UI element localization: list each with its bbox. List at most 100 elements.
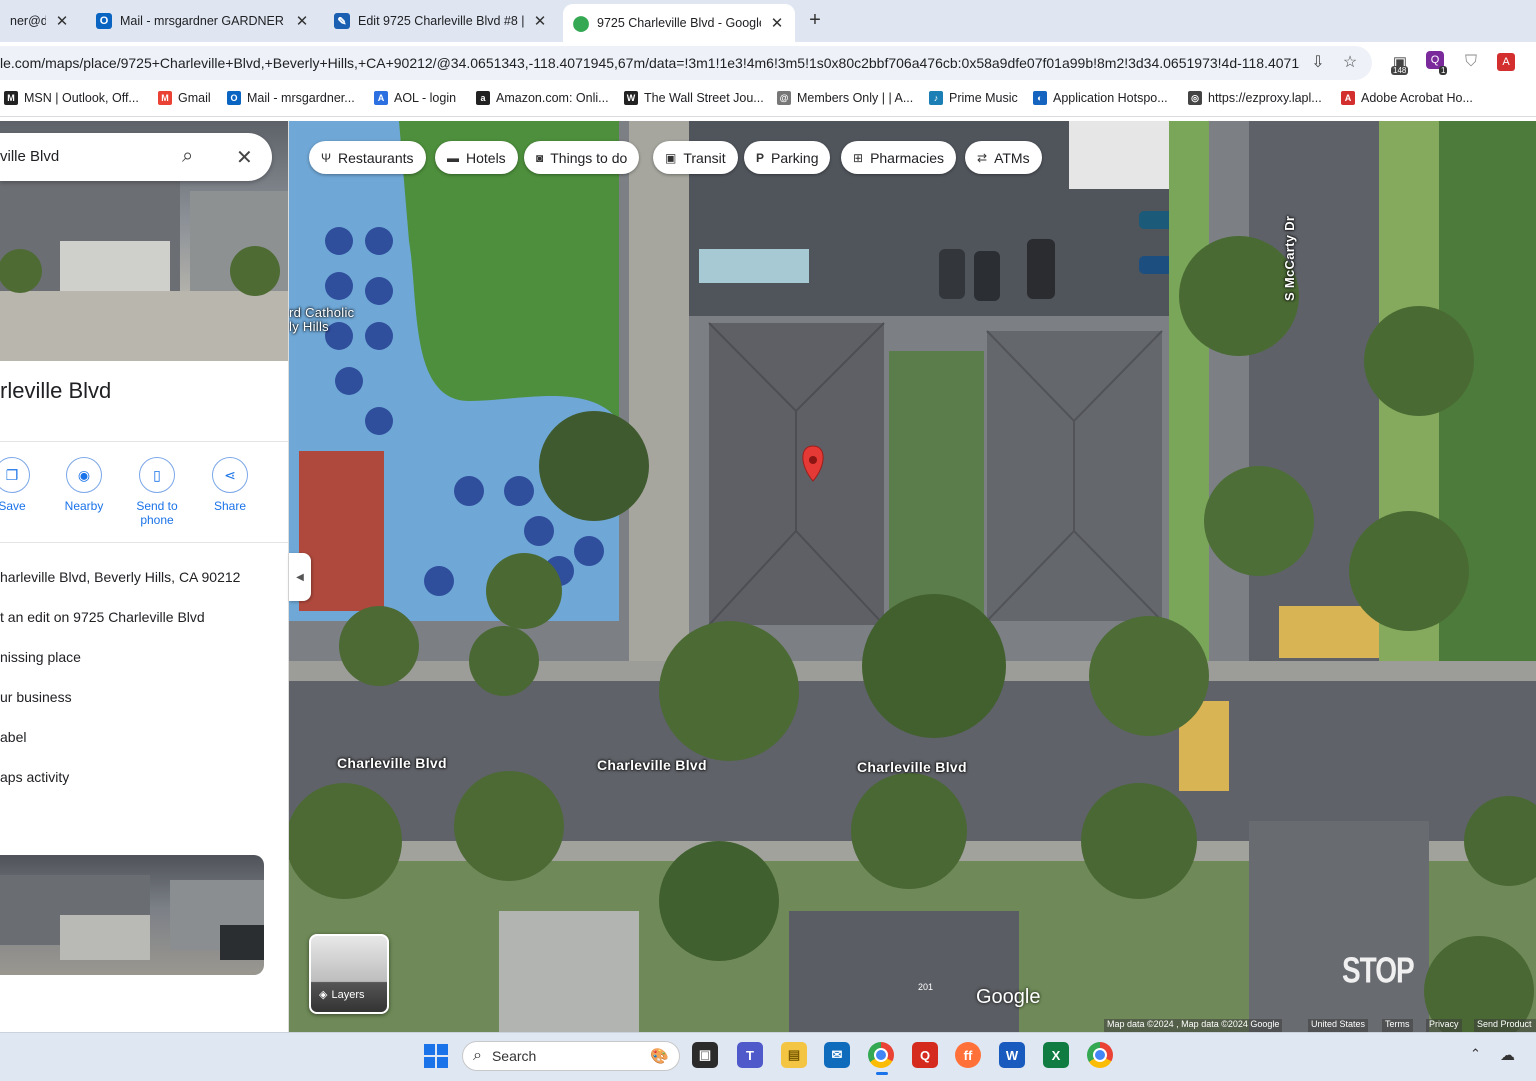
close-icon[interactable]: ✕	[769, 14, 785, 32]
save-button[interactable]: ❐ Save	[0, 457, 42, 513]
side-street-label: S McCarty Dr	[1282, 215, 1297, 301]
chrome-icon[interactable]	[868, 1042, 894, 1068]
bookmark-favicon-icon: A	[1341, 91, 1355, 105]
bookmark-item[interactable]: @ Members Only | | A...	[777, 91, 913, 105]
send-to-phone-button[interactable]: ▯ Send to phone	[127, 457, 187, 527]
bookmark-favicon-icon: a	[476, 91, 490, 105]
bookmark-item[interactable]: a Amazon.com: Onli...	[476, 91, 609, 105]
active-app-indicator	[876, 1072, 888, 1075]
quickbooks-icon[interactable]: Q	[912, 1042, 938, 1068]
firefox-icon[interactable]: ff	[955, 1042, 981, 1068]
close-icon[interactable]: ✕	[236, 145, 253, 170]
search-icon[interactable]: ⌕	[182, 145, 193, 168]
search-input[interactable]: ville Blvd	[0, 148, 59, 165]
search-highlight-icon: 🎨	[650, 1048, 669, 1065]
windows-start-icon[interactable]	[424, 1044, 448, 1068]
tab-item[interactable]: O Mail - mrsgardner GARDNER - ✕	[86, 0, 320, 42]
edit-icon: ✎	[334, 13, 350, 29]
task-view-icon[interactable]: ▣	[692, 1042, 718, 1068]
close-icon[interactable]: ✕	[54, 12, 70, 30]
share-icon: ⋖	[212, 457, 248, 493]
tab-item-active[interactable]: ⬤ 9725 Charleville Blvd - Google ✕	[563, 4, 795, 42]
url-text[interactable]: le.com/maps/place/9725+Charleville+Blvd,…	[0, 55, 1300, 71]
taskbar	[0, 1032, 1536, 1081]
suggest-edit-row[interactable]: t an edit on 9725 Charleville Blvd	[0, 609, 205, 625]
chip-things-to-do[interactable]: ◙ Things to do	[524, 141, 640, 174]
divider	[0, 441, 288, 442]
stop-marking: STOP	[1342, 950, 1415, 991]
bed-icon: ▬	[447, 150, 459, 165]
install-app-icon[interactable]: ⇩	[1307, 51, 1329, 73]
chip-parking[interactable]: P Parking	[744, 141, 831, 174]
bookmark-favicon-icon: A	[374, 91, 388, 105]
bookmark-item[interactable]: ◎ https://ezproxy.lapl...	[1188, 91, 1322, 105]
chevron-up-icon[interactable]: ⌃	[1470, 1046, 1481, 1062]
address-row[interactable]: harleville Blvd, Beverly Hills, CA 90212	[0, 569, 240, 585]
atm-icon: ⇄	[977, 150, 988, 165]
chrome-profile-icon[interactable]	[1087, 1042, 1113, 1068]
search-icon: ⌕	[473, 1047, 482, 1064]
bookmark-label: Application Hotspo...	[1053, 91, 1168, 105]
bookmark-item[interactable]: W The Wall Street Jou...	[624, 91, 764, 105]
chip-pharmacies[interactable]: ⊞ Pharmacies	[841, 141, 956, 174]
bookmark-favicon-icon: W	[624, 91, 638, 105]
collapse-panel-button[interactable]: ◀	[289, 553, 311, 601]
camera-icon: ◙	[536, 150, 544, 165]
onedrive-icon[interactable]: ☁	[1500, 1046, 1515, 1064]
chip-transit[interactable]: ▣ Transit	[653, 141, 738, 174]
bookmark-favicon-icon: ♪	[929, 91, 943, 105]
photo-thumbnail[interactable]	[0, 855, 264, 975]
bookmark-label: Amazon.com: Onli...	[496, 91, 609, 105]
chip-restaurants[interactable]: Ψ Restaurants	[309, 141, 426, 174]
chevron-left-icon: ◀	[296, 571, 304, 583]
satellite-map[interactable]: Charleville Blvd Charleville Blvd Charle…	[289, 121, 1536, 1032]
house-number: 201	[918, 982, 934, 992]
place-title: rleville Blvd	[0, 378, 112, 403]
map-attribution: Map data ©2024 , Map data ©2024 Google	[1104, 1019, 1283, 1032]
teams-icon[interactable]: T	[737, 1042, 763, 1068]
parking-icon: P	[756, 150, 765, 165]
add-business-row[interactable]: ur business	[0, 689, 72, 705]
extension-badge: 1	[1439, 66, 1448, 75]
bookmark-item[interactable]: A Adobe Acrobat Ho...	[1341, 91, 1473, 105]
chip-atms[interactable]: ⇄ ATMs	[965, 141, 1042, 174]
maps-pin-icon: ⬤	[572, 15, 590, 32]
country-link[interactable]: United States	[1308, 1019, 1369, 1032]
new-tab-button[interactable]: +	[804, 9, 826, 31]
terms-link[interactable]: Terms	[1382, 1019, 1413, 1032]
send-feedback-link[interactable]: Send Product	[1474, 1019, 1536, 1032]
outlook-icon: O	[96, 13, 112, 29]
bookmark-label: MSN | Outlook, Off...	[24, 91, 139, 105]
privacy-link[interactable]: Privacy	[1426, 1019, 1462, 1032]
close-icon[interactable]: ✕	[294, 12, 310, 30]
nearby-button[interactable]: ◉ Nearby	[54, 457, 114, 513]
word-icon[interactable]: W	[999, 1042, 1025, 1068]
tab-item[interactable]: ✎ Edit 9725 Charleville Blvd #8 | 2 ✕	[324, 0, 558, 42]
bookmark-label: Adobe Acrobat Ho...	[1361, 91, 1473, 105]
bookmark-label: Members Only | | A...	[797, 91, 914, 105]
file-explorer-icon[interactable]: ▤	[781, 1042, 807, 1068]
chip-hotels[interactable]: ▬ Hotels	[435, 141, 518, 174]
mail-icon[interactable]: ✉	[824, 1042, 850, 1068]
street-label: Charleville Blvd	[857, 759, 967, 775]
layers-button[interactable]: ◈ Layers	[309, 934, 389, 1014]
bookmark-item[interactable]: ◐ Application Hotspo...	[1033, 91, 1168, 105]
maps-activity-row[interactable]: aps activity	[0, 769, 69, 785]
bookmark-item[interactable]: M Gmail	[158, 91, 211, 105]
close-icon[interactable]: ✕	[532, 12, 548, 30]
bookmark-item[interactable]: ♪ Prime Music	[929, 91, 1018, 105]
shield-icon[interactable]: ⛉	[1460, 51, 1482, 73]
bookmark-item[interactable]: A AOL - login	[374, 91, 456, 105]
share-button[interactable]: ⋖ Share	[200, 457, 260, 513]
taskbar-search[interactable]: ⌕ Search 🎨	[462, 1041, 680, 1071]
acrobat-icon[interactable]: A	[1497, 53, 1515, 71]
excel-icon[interactable]: X	[1043, 1042, 1069, 1068]
fork-knife-icon: Ψ	[321, 150, 332, 165]
add-missing-place-row[interactable]: nissing place	[0, 649, 81, 665]
bookmark-item[interactable]: M MSN | Outlook, Off...	[4, 91, 139, 105]
tab-item[interactable]: ner@dall ✕	[0, 0, 80, 42]
add-label-row[interactable]: abel	[0, 729, 26, 745]
poi-label[interactable]: rd Catholic ly Hills	[289, 306, 354, 334]
bookmark-star-icon[interactable]: ☆	[1339, 51, 1361, 73]
bookmark-item[interactable]: O Mail - mrsgardner...	[227, 91, 355, 105]
